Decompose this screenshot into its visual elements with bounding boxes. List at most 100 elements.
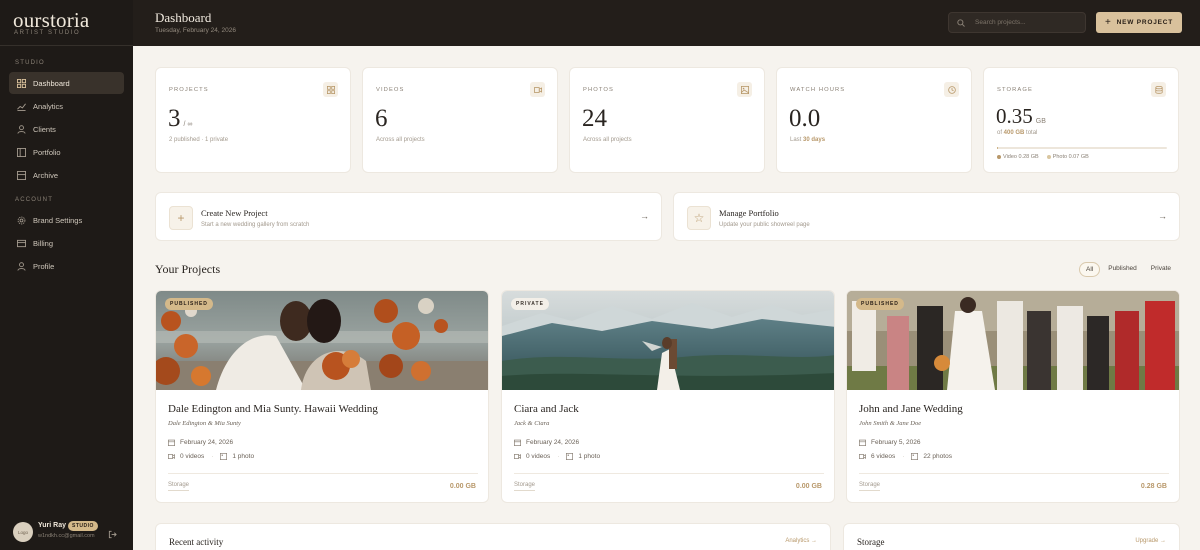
new-project-label: NEW PROJECT: [1116, 19, 1174, 26]
stat-subtext: of 400 GB total: [997, 130, 1037, 136]
stat-card-videos: VIDEOS 6 Across all projects: [362, 67, 558, 173]
storage-value: 0.00 GB: [795, 483, 822, 490]
video-icon: [859, 454, 866, 459]
book-icon: [16, 147, 26, 157]
sidebar-item-label: Billing: [33, 238, 54, 248]
project-card[interactable]: PUBLISHED John and Jane Wedding John Smi…: [846, 290, 1180, 503]
sidebar-divider: [0, 45, 133, 46]
storage-label: Storage: [168, 482, 190, 491]
storage-label: Storage: [859, 482, 881, 491]
user-email: w1ndkh.cc@gmail.com: [38, 533, 95, 539]
project-date-text: February 24, 2026: [526, 439, 580, 446]
stat-subtext: Across all projects: [376, 137, 425, 143]
recent-activity-title: Recent activity: [169, 537, 224, 547]
project-date: February 24, 2026: [514, 439, 579, 446]
new-project-button[interactable]: + NEW PROJECT: [1096, 12, 1182, 33]
stat-sub-emphasis: 400 GB: [1003, 130, 1025, 136]
filter-published[interactable]: Published: [1102, 262, 1143, 277]
stat-card-watch-hours: WATCH HOURS 0.0 Last 30 days: [776, 67, 972, 173]
status-badge: PUBLISHED: [856, 298, 904, 310]
create-project-card[interactable]: + Create New Project Start a new wedding…: [155, 192, 662, 241]
stat-label: STORAGE: [997, 87, 1033, 93]
separator: ·: [557, 453, 560, 460]
sidebar-item-brand-settings[interactable]: Brand Settings: [9, 209, 124, 231]
video-icon: [514, 454, 521, 459]
video-count: 0 videos: [526, 453, 551, 460]
project-date-text: February 5, 2026: [871, 439, 921, 446]
project-couple: Jack & Ciara: [514, 420, 550, 427]
stat-sub-emphasis: 30 days: [803, 137, 826, 143]
project-couple: John Smith & Jane Doe: [859, 420, 922, 427]
plus-icon: +: [169, 206, 193, 230]
status-badge: PRIVATE: [511, 298, 549, 310]
sidebar-section-account: ACCOUNT: [15, 197, 54, 203]
project-card[interactable]: PUBLISHED Dale Edington and Mia Sunty. H…: [155, 290, 489, 503]
photo-count: 22 photos: [923, 453, 952, 460]
divider: [859, 473, 1169, 474]
sidebar-item-dashboard[interactable]: Dashboard: [9, 72, 124, 94]
legend-label: Video 0.28 GB: [1003, 154, 1039, 160]
sidebar-item-label: Profile: [33, 261, 55, 271]
action-subtitle: Update your public showreel page: [719, 222, 810, 228]
stat-sub-prefix: of: [997, 130, 1004, 136]
project-cover-image: [502, 291, 834, 390]
legend-label: Photo 0.07 GB: [1052, 154, 1089, 160]
video-icon: [530, 82, 545, 97]
stat-subtext: 2 published · 1 private: [169, 137, 229, 143]
project-date: February 24, 2026: [168, 439, 233, 446]
stat-card-photos: PHOTOS 24 Across all projects: [569, 67, 765, 173]
sidebar-item-label: Archive: [33, 170, 59, 180]
project-media-counts: 0 videos · 1 photo: [514, 453, 600, 460]
video-icon: [168, 454, 175, 459]
sidebar-item-portfolio[interactable]: Portfolio: [9, 141, 124, 163]
brand-subtitle: ARTIST STUDIO: [14, 30, 81, 36]
image-icon: [911, 453, 919, 460]
recent-activity-card: Recent activity Analytics →: [155, 523, 831, 550]
projects-section-title: Your Projects: [155, 262, 221, 276]
stat-unit: GB: [1035, 118, 1046, 125]
legend-video: Video 0.28 GB: [997, 154, 1039, 160]
stat-unit: / ∞: [183, 121, 193, 128]
archive-icon: [16, 170, 26, 180]
sidebar-item-label: Portfolio: [33, 147, 61, 157]
storage-value: 0.28 GB: [1140, 483, 1167, 490]
upgrade-link[interactable]: Upgrade →: [1135, 538, 1166, 544]
divider: [514, 473, 824, 474]
action-subtitle: Start a new wedding gallery from scratch: [201, 222, 310, 228]
project-title: John and Jane Wedding: [859, 403, 963, 415]
user-profile[interactable]: Logo Yuri Ray STUDIO w1ndkh.cc@gmail.com: [13, 520, 123, 544]
stat-label: WATCH HOURS: [790, 87, 846, 93]
project-card[interactable]: PRIVATE Ciara and Jack Jack & Ciara Febr…: [501, 290, 835, 503]
sidebar-item-analytics[interactable]: Analytics: [9, 95, 124, 117]
sidebar-item-clients[interactable]: Clients: [9, 118, 124, 140]
stat-value: 0.0: [789, 105, 821, 132]
storage-legend: Video 0.28 GB Photo 0.07 GB: [997, 154, 1089, 160]
sidebar-item-archive[interactable]: Archive: [9, 164, 124, 186]
grid-icon: [16, 78, 26, 88]
project-media-counts: 6 videos · 22 photos: [859, 453, 952, 460]
sidebar-item-profile[interactable]: Profile: [9, 255, 124, 277]
image-icon: [737, 82, 752, 97]
plan-badge: STUDIO: [68, 521, 98, 531]
grid-icon: [323, 82, 338, 97]
logout-icon[interactable]: [108, 530, 117, 539]
clock-icon: [944, 82, 959, 97]
search-input[interactable]: Search projects...: [948, 12, 1086, 33]
stat-number: 0.35: [996, 104, 1033, 128]
arrow-right-icon: →: [1158, 211, 1167, 221]
stat-number: 3: [168, 105, 181, 132]
stat-value: 6: [375, 105, 388, 132]
sidebar: ourstoria ARTIST STUDIO STUDIO Dashboard…: [0, 0, 133, 550]
analytics-link[interactable]: Analytics →: [785, 538, 817, 544]
manage-portfolio-card[interactable]: ☆ Manage Portfolio Update your public sh…: [673, 192, 1180, 241]
stat-sub-suffix: total: [1024, 130, 1038, 136]
filter-all[interactable]: All: [1079, 262, 1101, 277]
storage-value: 0.00 GB: [449, 483, 476, 490]
user-icon: [16, 124, 26, 134]
filter-private[interactable]: Private: [1145, 262, 1177, 277]
project-title: Dale Edington and Mia Sunty. Hawaii Wedd…: [168, 403, 378, 415]
sidebar-item-billing[interactable]: Billing: [9, 232, 124, 254]
separator: ·: [902, 453, 905, 460]
user-icon: [16, 261, 26, 271]
legend-dot: [1046, 154, 1051, 159]
